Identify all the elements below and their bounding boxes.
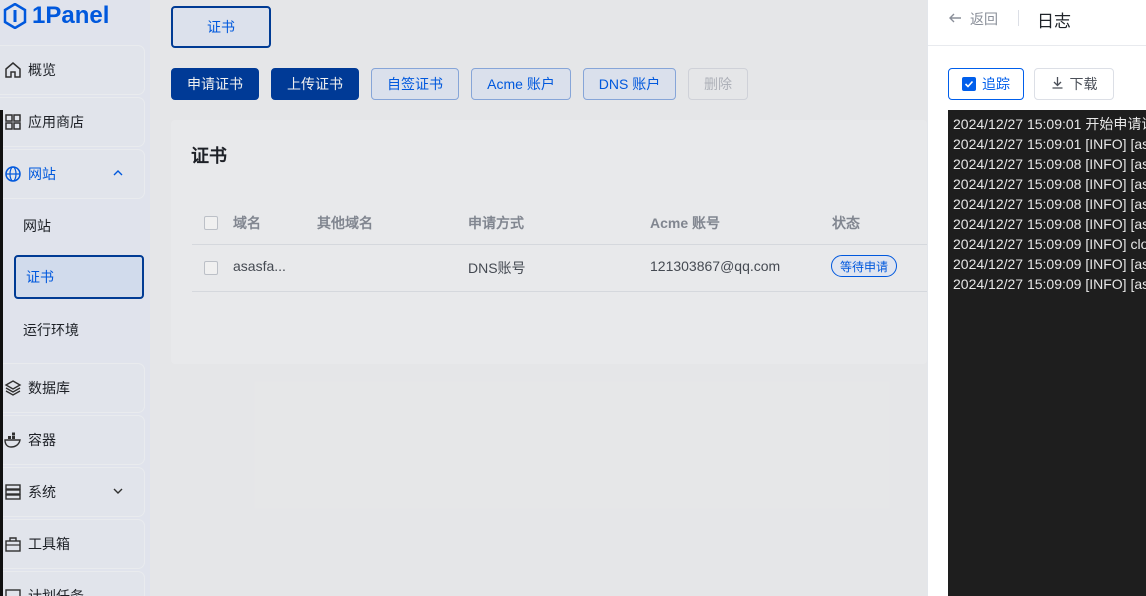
brand-name: 1Panel xyxy=(32,2,110,29)
log-line: 2024/12/27 15:09:09 [INFO] [as xyxy=(953,256,1146,272)
sidebar-item-label: 计划任务 xyxy=(28,588,84,596)
globe-icon xyxy=(4,165,22,183)
back-button[interactable]: 返回 xyxy=(948,9,998,29)
sidebar-item-label: 应用商店 xyxy=(28,114,84,130)
column-header-apply-method[interactable]: 申请方式 xyxy=(468,213,524,233)
sidebar-subitem-label: 运行环境 xyxy=(23,322,79,338)
download-label: 下载 xyxy=(1069,76,1098,92)
acme-account-button[interactable]: Acme 账户 xyxy=(471,68,571,100)
row-checkbox[interactable] xyxy=(204,261,218,275)
delete-button[interactable]: 删除 xyxy=(688,68,748,100)
sidebar-subitem-runtime[interactable]: 运行环境 xyxy=(0,308,144,352)
arrow-left-icon xyxy=(948,11,962,28)
track-toggle[interactable]: 追踪 xyxy=(948,68,1024,100)
track-label: 追踪 xyxy=(982,76,1010,92)
sidebar-item-system[interactable]: 系统 xyxy=(0,468,144,516)
sidebar-item-website[interactable]: 网站 xyxy=(0,150,144,198)
table-header-divider xyxy=(192,244,927,245)
sidebar: 1Panel 概览 应用商店 网站 网站 证书 运行环境 数据库 容器 系统 工… xyxy=(0,0,150,596)
log-line: 2024/12/27 15:09:08 [INFO] [as xyxy=(953,196,1146,212)
sidebar-edge xyxy=(0,110,3,596)
sidebar-subitem-certificate[interactable]: 证书 xyxy=(14,255,144,299)
log-console[interactable]: 2024/12/27 15:09:01 开始申请证书 2024/12/27 15… xyxy=(948,110,1146,596)
log-drawer: 返回 日志 追踪 下载 2024/12/27 15:09:01 开始申请证书 2… xyxy=(927,0,1146,596)
docker-icon xyxy=(4,431,22,449)
server-icon xyxy=(4,483,22,501)
dns-account-button[interactable]: DNS 账户 xyxy=(583,68,676,100)
toolbox-icon xyxy=(4,535,22,553)
back-label: 返回 xyxy=(970,11,998,27)
calendar-icon xyxy=(4,587,22,596)
sidebar-item-database[interactable]: 数据库 xyxy=(0,364,144,412)
sidebar-item-container[interactable]: 容器 xyxy=(0,416,144,464)
log-line: 2024/12/27 15:09:08 [INFO] [as xyxy=(953,156,1146,172)
cell-apply-method: DNS账号 xyxy=(468,260,526,276)
log-line: 2024/12/27 15:09:09 [INFO] clo xyxy=(953,236,1146,252)
home-icon xyxy=(4,61,22,79)
download-button[interactable]: 下载 xyxy=(1034,68,1114,100)
apply-certificate-button[interactable]: 申请证书 xyxy=(171,68,259,100)
chevron-up-icon xyxy=(112,166,124,182)
log-line: 2024/12/27 15:09:08 [INFO] [as xyxy=(953,176,1146,192)
sidebar-subitem-label: 网站 xyxy=(23,218,51,234)
column-header-domain[interactable]: 域名 xyxy=(233,213,261,233)
layers-icon xyxy=(4,379,22,397)
sidebar-subitem-website[interactable]: 网站 xyxy=(0,204,144,248)
download-icon xyxy=(1051,76,1064,92)
sidebar-item-label: 容器 xyxy=(28,432,56,448)
main-content: 证书 申请证书 上传证书 自签证书 Acme 账户 DNS 账户 删除 证书 域… xyxy=(150,0,927,596)
log-line: 2024/12/27 15:09:01 [INFO] [as xyxy=(953,136,1146,152)
log-line: 2024/12/27 15:09:01 开始申请证书 xyxy=(953,116,1146,132)
certificate-panel: 证书 域名 其他域名 申请方式 Acme 账号 状态 asasfa... DNS… xyxy=(171,120,927,364)
column-header-status[interactable]: 状态 xyxy=(832,213,860,233)
drawer-header: 返回 日志 xyxy=(928,0,1146,46)
header-divider xyxy=(1018,10,1019,26)
panel-title: 证书 xyxy=(191,146,227,166)
sidebar-item-cronjob[interactable]: 计划任务 xyxy=(0,572,144,596)
checkbox-checked-icon xyxy=(962,77,976,91)
hexagon-logo-icon xyxy=(2,2,28,30)
upload-certificate-button[interactable]: 上传证书 xyxy=(271,68,359,100)
column-header-acme-account[interactable]: Acme 账号 xyxy=(650,213,720,233)
sidebar-item-toolbox[interactable]: 工具箱 xyxy=(0,520,144,568)
sidebar-item-label: 数据库 xyxy=(28,380,70,396)
select-all-checkbox[interactable] xyxy=(204,216,218,230)
sidebar-item-label: 概览 xyxy=(28,62,56,78)
sidebar-item-label: 网站 xyxy=(28,166,56,182)
column-header-other-domains[interactable]: 其他域名 xyxy=(317,213,373,233)
sidebar-subitem-label: 证书 xyxy=(26,269,54,285)
table-row-divider xyxy=(192,291,927,292)
log-line: 2024/12/27 15:09:09 [INFO] [as xyxy=(953,276,1146,292)
log-line: 2024/12/27 15:09:08 [INFO] [as xyxy=(953,216,1146,232)
drawer-title: 日志 xyxy=(1037,12,1071,31)
self-signed-certificate-button[interactable]: 自签证书 xyxy=(371,68,459,100)
status-badge: 等待申请 xyxy=(831,255,898,277)
cell-acme-account: 121303867@qq.com xyxy=(650,258,781,274)
chevron-down-icon xyxy=(112,484,124,500)
sidebar-item-overview[interactable]: 概览 xyxy=(0,46,144,94)
tab-certificate[interactable]: 证书 xyxy=(171,6,271,48)
sidebar-item-label: 系统 xyxy=(28,484,56,500)
sidebar-item-appstore[interactable]: 应用商店 xyxy=(0,98,144,146)
brand-logo[interactable]: 1Panel xyxy=(2,0,109,32)
grid-icon xyxy=(4,113,22,131)
cell-domain: asasfa... xyxy=(233,258,286,274)
sidebar-item-label: 工具箱 xyxy=(28,536,70,552)
